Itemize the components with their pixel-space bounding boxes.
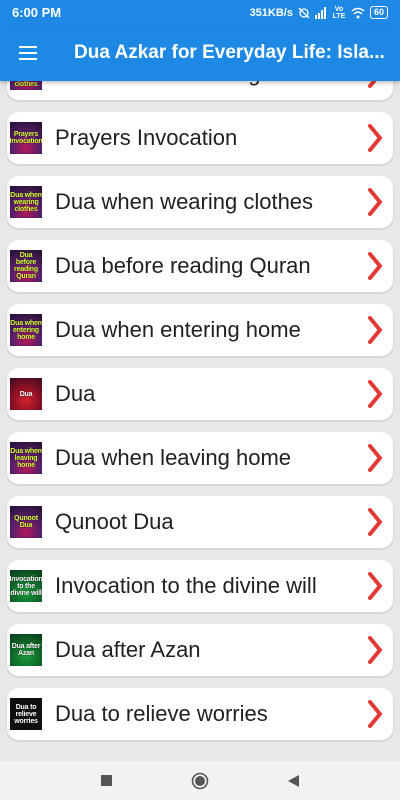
chevron-right-icon[interactable] — [361, 124, 389, 152]
list-item[interactable]: Dua when wearing clothes Dua when wearing… — [7, 176, 393, 228]
lte-label: Vo LTE — [332, 5, 346, 20]
chevron-right-icon[interactable] — [361, 188, 389, 216]
list-item[interactable]: Dua Dua — [7, 368, 393, 420]
recents-button[interactable] — [97, 771, 117, 791]
chevron-right-icon[interactable] — [361, 252, 389, 280]
item-label: Invocation to the divine will — [55, 573, 317, 598]
status-time: 6:00 PM — [12, 5, 62, 20]
item-thumbnail: Dua before reading Quran — [10, 250, 42, 282]
system-nav-bar — [0, 761, 400, 800]
chevron-right-icon[interactable] — [361, 700, 389, 728]
list-item[interactable]: Invocation to the divine will Invocation … — [7, 560, 393, 612]
list-item[interactable]: Qunoot Dua Qunoot Dua — [7, 496, 393, 548]
back-button[interactable] — [283, 771, 303, 791]
network-speed: 351KB/s — [249, 6, 293, 19]
item-label: Dua when entering home — [55, 317, 301, 342]
list-item[interactable]: Dua before removing clothes Dua before re… — [7, 81, 393, 100]
hamburger-menu-icon[interactable] — [0, 25, 56, 81]
chevron-right-icon[interactable] — [361, 572, 389, 600]
app-bar: Dua Azkar for Everyday Life: Isla... — [0, 25, 400, 81]
chevron-right-icon[interactable] — [361, 316, 389, 344]
item-thumbnail: Dua when leaving home — [10, 442, 42, 474]
item-thumbnail: Qunoot Dua — [10, 506, 42, 538]
chevron-right-icon[interactable] — [361, 81, 389, 88]
item-thumbnail: Dua when entering home — [10, 314, 42, 346]
battery-icon: 60 — [369, 6, 388, 19]
item-label: Dua when wearing clothes — [55, 189, 314, 214]
dua-list[interactable]: Dua before removing clothes Dua before re… — [0, 81, 400, 761]
home-button[interactable] — [190, 771, 210, 791]
list-item[interactable]: Dua before reading Quran Dua before readi… — [7, 240, 393, 292]
item-label: Dua after Azan — [55, 637, 201, 662]
list-item[interactable]: Dua when entering home Dua when entering … — [7, 304, 393, 356]
item-thumbnail: Dua — [10, 378, 42, 410]
item-thumbnail: Dua to relieve worries — [10, 698, 42, 730]
list-item[interactable]: Prayers Invocation Prayers Invocation — [7, 112, 393, 164]
status-icons: 351KB/s Vo LTE 60 — [250, 6, 388, 20]
list-item[interactable]: Dua to relieve worries Dua to relieve wor… — [7, 688, 393, 740]
item-label: Dua before reading Quran — [55, 253, 311, 278]
item-thumbnail: Dua before removing clothes — [10, 81, 42, 90]
alarm-off-icon — [298, 7, 310, 18]
item-label: Prayers Invocation — [55, 125, 238, 150]
chevron-right-icon[interactable] — [361, 444, 389, 472]
triangle-left-icon — [288, 774, 300, 787]
wifi-icon — [351, 7, 365, 18]
item-label: Dua before removing clothes — [55, 81, 361, 87]
item-thumbnail: Dua when wearing clothes — [10, 186, 42, 218]
item-label: Dua when leaving home — [55, 445, 292, 470]
chevron-right-icon[interactable] — [361, 380, 389, 408]
item-thumbnail: Dua after Azan — [10, 634, 42, 666]
list-item[interactable]: Dua when leaving home Dua when leaving ho… — [7, 432, 393, 484]
chevron-right-icon[interactable] — [361, 508, 389, 536]
item-label: Dua — [55, 381, 96, 406]
item-label: Qunoot Dua — [55, 509, 174, 534]
circle-icon — [191, 772, 209, 789]
item-label: Dua to relieve worries — [55, 701, 268, 726]
item-thumbnail: Prayers Invocation — [10, 122, 42, 154]
signal-icon — [314, 6, 326, 19]
app-title: Dua Azkar for Everyday Life: Isla... — [74, 42, 385, 63]
chevron-right-icon[interactable] — [361, 636, 389, 664]
status-bar: 6:00 PM 351KB/s Vo LTE 60 — [0, 0, 400, 25]
list-item[interactable]: Dua after Azan Dua after Azan — [7, 624, 393, 676]
item-thumbnail: Invocation to the divine will — [10, 570, 42, 602]
square-icon — [101, 775, 113, 786]
